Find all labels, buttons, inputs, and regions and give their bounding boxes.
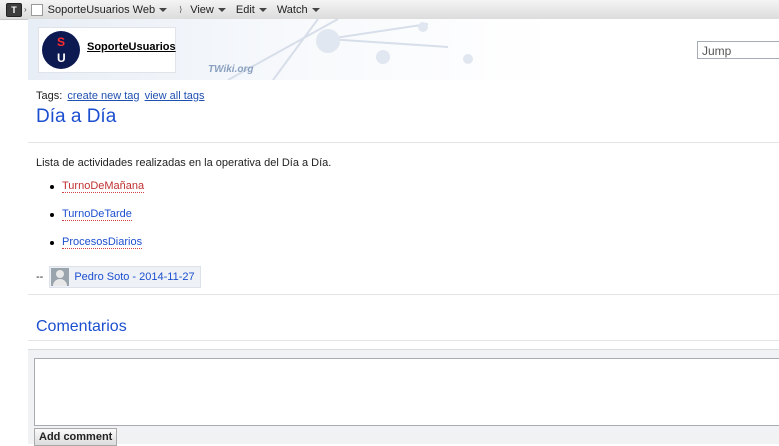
list-item: ProcesosDiarios — [50, 234, 144, 262]
top-toolbar: T › SoporteUsuarios Web ⟩ View Edit Watc… — [0, 0, 779, 20]
title-divider — [28, 142, 779, 143]
signature: -- Pedro Soto - 2014-11-27 — [36, 266, 201, 288]
caret-down-icon — [258, 7, 267, 12]
web-icon — [30, 3, 43, 16]
tags-line: Tags: create new tag view all tags — [36, 90, 205, 102]
site-logo[interactable]: S U SoporteUsuarios — [38, 27, 176, 73]
turno-tarde-link[interactable]: TurnoDeTarde — [62, 208, 132, 221]
twiki-menu-icon[interactable]: T — [6, 2, 22, 17]
twiki-watermark: TWiki.org — [208, 64, 254, 75]
avatar-icon — [51, 268, 70, 286]
watch-menu[interactable]: Watch — [277, 4, 320, 16]
caret-down-icon — [311, 7, 320, 12]
edit-menu[interactable]: Edit — [236, 4, 267, 16]
comment-textarea[interactable] — [34, 358, 779, 426]
user-chip[interactable]: Pedro Soto - 2014-11-27 — [49, 266, 201, 288]
logo-text: SoporteUsuarios — [87, 41, 176, 53]
logo-letter-u: U — [57, 51, 66, 65]
chevron-right-icon: › — [24, 5, 27, 14]
create-tag-link[interactable]: create new tag — [67, 90, 139, 102]
jump-input[interactable]: Jump — [697, 41, 779, 59]
signature-prefix: -- — [36, 271, 44, 283]
logo-emblem: S U — [42, 31, 80, 69]
tags-label: Tags: — [36, 90, 63, 102]
list-item: TurnoDeMañana — [50, 178, 145, 206]
view-menu[interactable]: View — [190, 4, 226, 16]
caret-down-icon — [217, 7, 226, 12]
web-menu[interactable]: SoporteUsuarios Web — [30, 3, 177, 16]
procesos-diarios-link[interactable]: ProcesosDiarios — [62, 236, 143, 249]
turno-manana-link[interactable]: TurnoDeMañana — [62, 180, 145, 193]
comment-form: Add comment — [28, 349, 779, 446]
page-title: Día a Día — [36, 106, 117, 127]
view-all-tags-link[interactable]: view all tags — [145, 90, 205, 102]
comments-divider — [28, 340, 779, 341]
signature-divider — [28, 294, 779, 295]
signature-link[interactable]: Pedro Soto - 2014-11-27 — [74, 271, 194, 283]
activity-list: TurnoDeMañana TurnoDeTarde ProcesosDiari… — [50, 178, 145, 262]
caret-down-icon — [159, 7, 168, 12]
add-comment-button[interactable]: Add comment — [34, 428, 118, 446]
logo-letter-s: S — [57, 35, 66, 49]
site-header: S U SoporteUsuarios TWiki.org Jump — [28, 19, 779, 80]
page-description: Lista de actividades realizadas en la op… — [36, 157, 332, 169]
list-item: TurnoDeTarde — [50, 206, 144, 234]
web-menu-label: SoporteUsuarios Web — [47, 3, 156, 16]
comments-heading: Comentarios — [36, 318, 127, 335]
chevron-right-icon: ⟩ — [179, 5, 183, 14]
